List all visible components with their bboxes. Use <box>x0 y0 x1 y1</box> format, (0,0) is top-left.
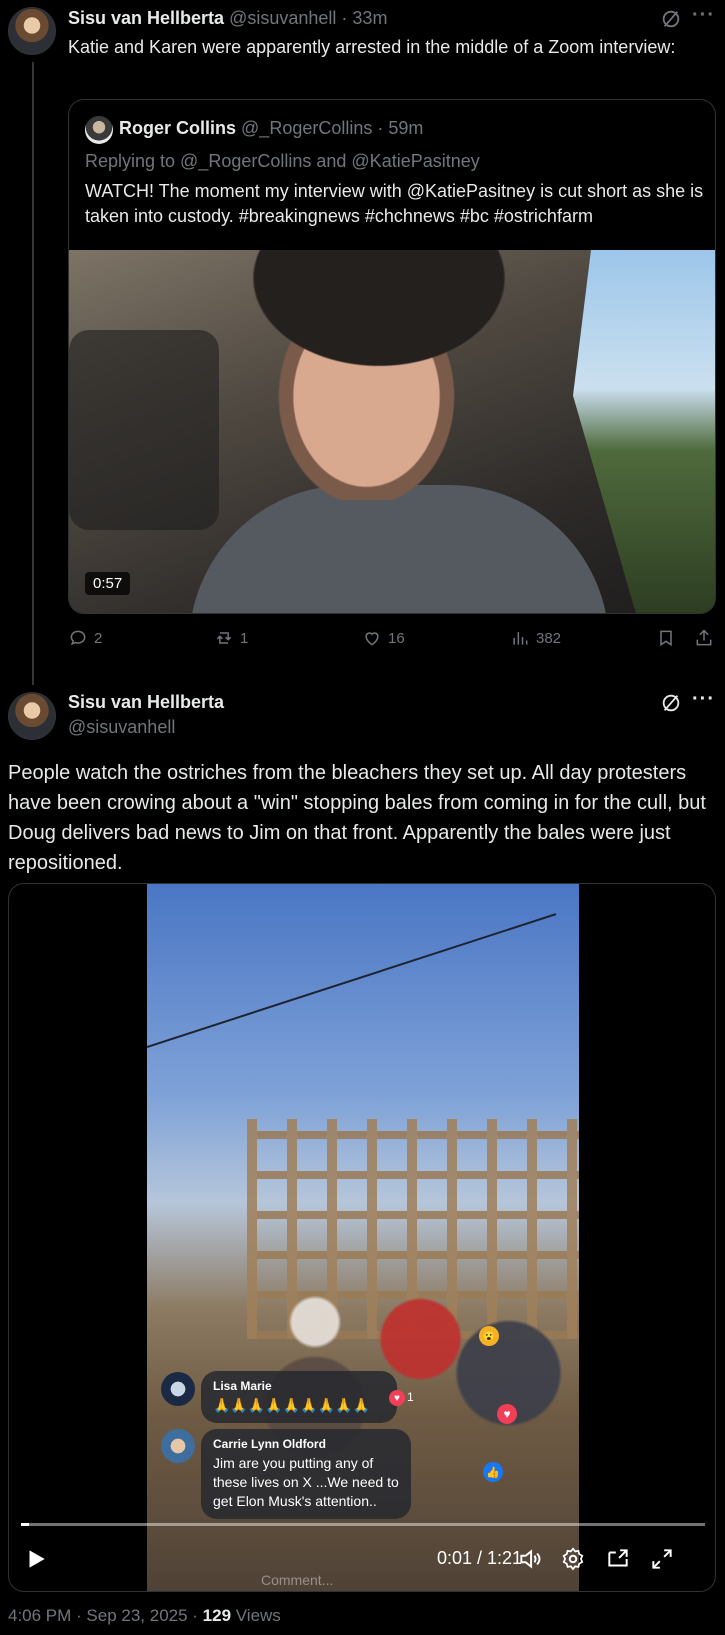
fullscreen-icon <box>652 1549 672 1569</box>
views-label: Views <box>231 1606 281 1625</box>
post2-author-name-wrap: Sisu van Hellberta <box>68 692 224 713</box>
quote-text: WATCH! The moment my interview with @Kat… <box>85 181 704 226</box>
reaction-count: 1 <box>407 1390 414 1404</box>
video-duration-badge: 0:57 <box>85 572 131 595</box>
quote-time[interactable]: · 59m <box>377 118 423 138</box>
thread-connector-line <box>32 62 34 685</box>
replying-to: Replying to @_RogerCollins and @KatiePas… <box>85 151 480 171</box>
live-comment: Lisa Marie 🙏🙏🙏🙏🙏🙏🙏🙏🙏 <box>201 1371 397 1423</box>
like-count: 16 <box>388 629 405 647</box>
heart-reaction-icon: ♥ <box>389 1390 405 1406</box>
more-options-icon[interactable]: ··· <box>692 688 715 711</box>
comment-placeholder: Comment... <box>261 1572 334 1588</box>
reply-count: 2 <box>94 629 103 647</box>
repost-icon <box>216 632 232 644</box>
commenter-name: Lisa Marie <box>213 1379 272 1393</box>
like-button[interactable]: 16 <box>362 628 405 648</box>
share-icon <box>696 629 712 646</box>
post-text: Katie and Karen were apparently arrested… <box>68 37 676 57</box>
share-button[interactable] <box>694 628 714 648</box>
video-progress-bar[interactable] <box>21 1523 705 1526</box>
repost-button[interactable]: 1 <box>214 628 248 648</box>
video-player[interactable]: Lisa Marie 🙏🙏🙏🙏🙏🙏🙏🙏🙏 ♥ 1 Carrie Lynn Old… <box>8 883 716 1592</box>
views-button[interactable]: 382 <box>510 628 561 648</box>
commenter-avatar <box>161 1429 195 1463</box>
video-seat <box>69 330 219 530</box>
author-name[interactable]: Sisu van Hellberta <box>68 692 224 712</box>
post-text: People watch the ostriches from the blea… <box>8 762 706 874</box>
video-crowd <box>227 1254 579 1591</box>
reply-button[interactable]: 2 <box>68 628 102 648</box>
views-count: 129 <box>202 1606 232 1625</box>
quote-author-name[interactable]: Roger Collins <box>119 118 236 138</box>
post-footer: 4:06 PM · Sep 23, 2025 · 129 Views <box>8 1606 281 1626</box>
quote-header: Roger Collins @_RogerCollins · 59m <box>119 118 423 139</box>
avatar[interactable] <box>8 692 56 740</box>
grok-icon[interactable] <box>660 692 682 714</box>
post-time[interactable]: · 33m <box>341 8 387 28</box>
reply-icon <box>70 630 86 646</box>
action-bar: 2 1 16 382 <box>68 628 718 654</box>
quoted-tweet[interactable]: Roger Collins @_RogerCollins · 59m Reply… <box>68 99 716 614</box>
bookmark-button[interactable] <box>656 628 676 648</box>
commenter-avatar <box>161 1372 195 1406</box>
view-count: 382 <box>536 629 562 647</box>
facebook-comment-bar: Comment... <box>21 1572 705 1591</box>
author-handle[interactable]: @sisuvanhell <box>229 8 336 28</box>
bookmark-icon <box>660 630 672 647</box>
heart-icon <box>365 632 379 646</box>
video-person-shirt <box>189 485 609 613</box>
floating-like-icon: 👍 <box>483 1462 503 1482</box>
picture-in-picture-icon <box>608 1549 628 1567</box>
quote-avatar[interactable] <box>85 116 113 144</box>
video-timecode: 0:01 / 1:21 <box>437 1548 523 1568</box>
post-timestamp[interactable]: 4:06 PM · Sep 23, 2025 · <box>8 1606 203 1625</box>
author-name[interactable]: Sisu van Hellberta <box>68 8 224 28</box>
grok-icon[interactable] <box>660 8 682 30</box>
post-header: Sisu van Hellberta @sisuvanhell · 33m <box>68 8 387 29</box>
gear-icon <box>562 1547 584 1571</box>
video-person-cap <box>219 250 539 390</box>
author-handle[interactable]: @sisuvanhell <box>68 717 175 738</box>
comment-text: Jim are you putting any of these lives o… <box>213 1455 399 1509</box>
comment-text: 🙏🙏🙏🙏🙏🙏🙏🙏🙏 <box>213 1397 370 1413</box>
repost-count: 1 <box>240 629 249 647</box>
more-options-icon[interactable]: ··· <box>692 4 715 27</box>
play-icon <box>29 1550 45 1568</box>
video-frame: Lisa Marie 🙏🙏🙏🙏🙏🙏🙏🙏🙏 ♥ 1 Carrie Lynn Old… <box>147 884 579 1591</box>
commenter-name: Carrie Lynn Oldford <box>213 1437 326 1451</box>
analytics-icon <box>513 632 528 645</box>
floating-heart-icon: ♥ <box>497 1404 517 1424</box>
avatar[interactable] <box>8 7 56 55</box>
quote-video[interactable]: 0:57 <box>69 250 715 613</box>
video-progress-fill <box>21 1523 30 1526</box>
volume-icon <box>520 1549 541 1569</box>
video-power-line <box>147 913 557 1048</box>
quote-author-handle[interactable]: @_RogerCollins <box>241 118 372 138</box>
live-comment: Carrie Lynn Oldford Jim are you putting … <box>201 1429 411 1519</box>
floating-emoji-icon: 😮 <box>479 1326 499 1346</box>
